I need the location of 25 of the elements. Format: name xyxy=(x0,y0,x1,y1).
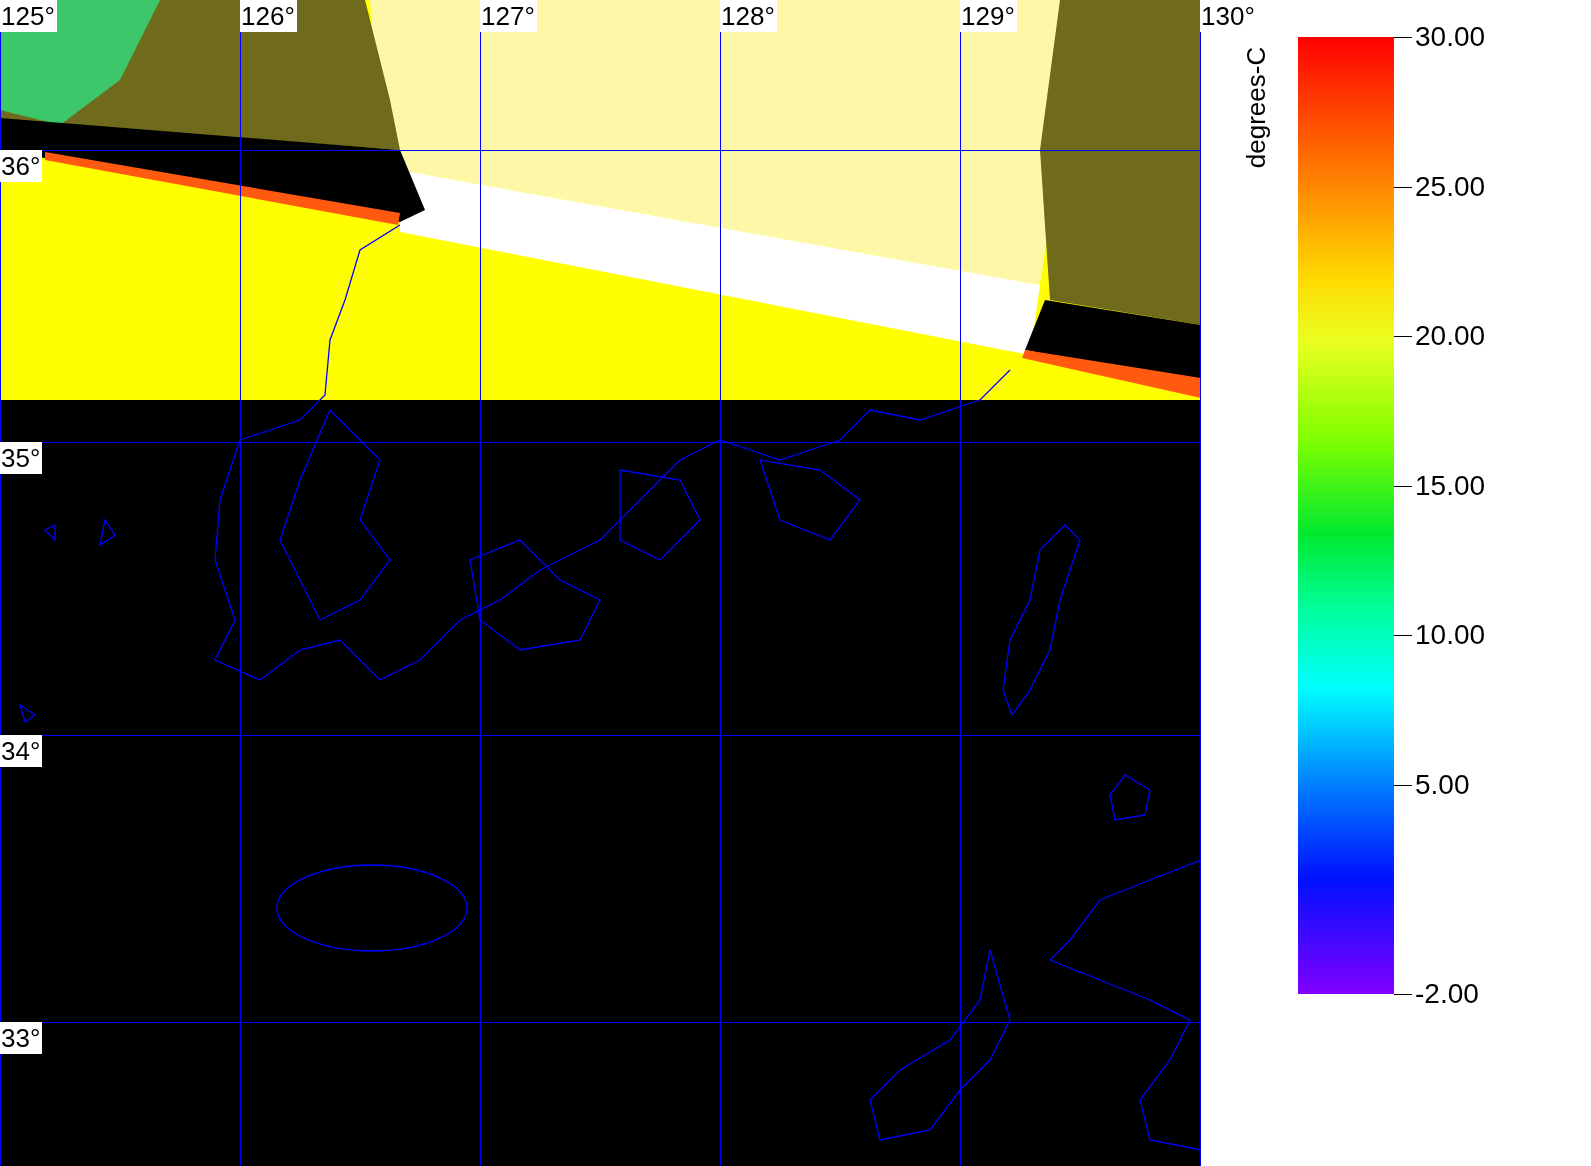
tick-mark xyxy=(1394,635,1412,637)
unit-label: degrees-C xyxy=(1240,45,1272,171)
longitude-label: 130° xyxy=(1200,0,1257,32)
tick-mark xyxy=(1394,485,1412,487)
longitude-label: 126° xyxy=(240,0,297,32)
scale-label: 15.00 xyxy=(1415,468,1486,503)
tick-mark xyxy=(1394,994,1412,995)
tick-mark xyxy=(1394,784,1412,786)
longitude-label: 125° xyxy=(0,0,57,32)
scale-label: 10.00 xyxy=(1415,618,1486,653)
longitude-label: 128° xyxy=(720,0,777,32)
scale-label: -2.00 xyxy=(1415,977,1479,1011)
latitude-label: 33° xyxy=(0,1022,43,1054)
scale-label: 25.00 xyxy=(1415,169,1486,204)
latitude-label: 35° xyxy=(0,442,43,474)
latitude-label: 36° xyxy=(0,150,43,182)
tick-mark xyxy=(1394,37,1412,38)
longitude-label: 129° xyxy=(960,0,1017,32)
scale-label: 5.00 xyxy=(1415,767,1470,802)
tick-mark xyxy=(1394,336,1412,338)
latitude-label: 34° xyxy=(0,735,43,767)
scale-label: 30.00 xyxy=(1415,20,1486,54)
tick-mark xyxy=(1394,186,1412,188)
longitude-label: 127° xyxy=(480,0,537,32)
scale-label: 20.00 xyxy=(1415,319,1486,354)
